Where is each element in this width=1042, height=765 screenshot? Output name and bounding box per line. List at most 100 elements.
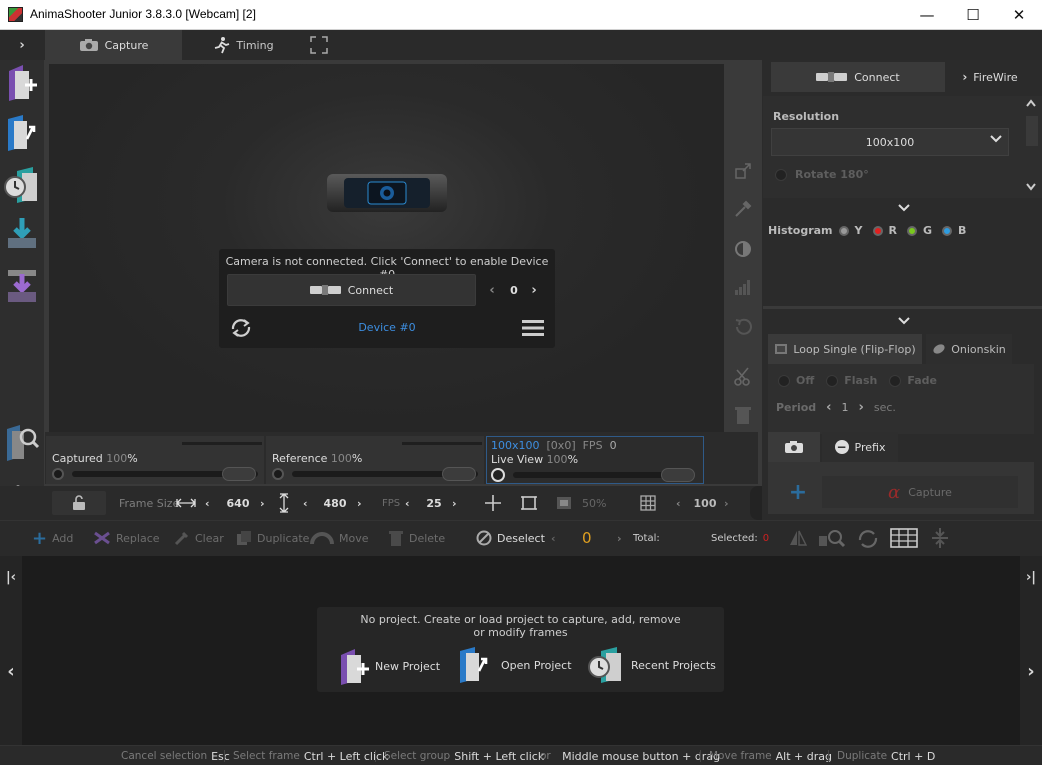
width-decrease-button[interactable]: ‹ bbox=[205, 486, 210, 520]
status-bar: Cancel selection Esc Select frame Ctrl + L… bbox=[0, 745, 1042, 765]
project-search-button[interactable] bbox=[2, 420, 42, 464]
flip-button[interactable] bbox=[788, 520, 808, 556]
grid-button[interactable] bbox=[640, 486, 656, 520]
height-decrease-button[interactable]: ‹ bbox=[303, 486, 308, 520]
grid-value[interactable]: 100 bbox=[692, 486, 718, 520]
frame-width-value[interactable]: 640 bbox=[224, 486, 252, 520]
zoom-timeline-button[interactable] bbox=[818, 520, 846, 556]
reference-slider-handle[interactable] bbox=[442, 467, 476, 481]
scroll-left-button[interactable]: ‹ bbox=[0, 656, 22, 686]
frame-next-button[interactable]: › bbox=[617, 520, 622, 556]
frame-height-value[interactable]: 480 bbox=[321, 486, 349, 520]
levels-tool-button[interactable] bbox=[730, 274, 756, 300]
cut-tool-button[interactable] bbox=[730, 364, 756, 390]
recent-projects-link[interactable]: Recent Projects bbox=[587, 645, 716, 685]
settings-scrollbar[interactable] bbox=[1026, 116, 1038, 146]
deselect-button[interactable]: Deselect bbox=[476, 520, 545, 556]
frame-guide-button[interactable] bbox=[520, 486, 538, 520]
channel-y-toggle[interactable] bbox=[838, 225, 849, 236]
resize-tool-button[interactable] bbox=[730, 158, 756, 184]
period-decrease-button[interactable]: ‹ bbox=[826, 400, 831, 415]
reference-slider-toggle[interactable] bbox=[272, 468, 284, 480]
storyboard-grid-button[interactable] bbox=[890, 520, 918, 556]
firewire-button[interactable]: › FireWire bbox=[950, 62, 1030, 92]
tab-camera-capture[interactable] bbox=[768, 432, 820, 462]
fps-increase-button[interactable]: › bbox=[452, 486, 457, 520]
recent-projects-button[interactable] bbox=[2, 162, 42, 206]
tab-prefix[interactable]: − Prefix bbox=[822, 432, 898, 462]
device-prev-button[interactable]: ‹ bbox=[484, 280, 500, 300]
histogram-row: Histogram Y R G B bbox=[768, 224, 966, 237]
channel-r-toggle[interactable] bbox=[872, 225, 883, 236]
width-increase-button[interactable]: › bbox=[260, 486, 265, 520]
new-project-button[interactable] bbox=[2, 60, 42, 104]
scroll-right-button[interactable]: › bbox=[1020, 656, 1042, 686]
resolution-select[interactable]: 100x100 bbox=[771, 128, 1009, 156]
frame-prev-button[interactable]: ‹ bbox=[551, 520, 556, 556]
replace-frame-button[interactable]: Replace bbox=[93, 520, 160, 556]
zoom-mode-button[interactable] bbox=[556, 486, 572, 520]
tab-timing[interactable]: Timing bbox=[184, 30, 302, 60]
clear-frame-button[interactable]: Clear bbox=[174, 520, 224, 556]
collapse-histogram-button[interactable] bbox=[896, 314, 912, 328]
tab-loop-single[interactable]: Loop Single (Flip-Flop) bbox=[768, 334, 922, 364]
maximize-button[interactable]: ☐ bbox=[950, 0, 996, 30]
rotate-checkbox[interactable] bbox=[775, 168, 787, 181]
plus-icon: + bbox=[32, 527, 48, 549]
fps-value[interactable]: 25 bbox=[424, 486, 444, 520]
grid-increase-button[interactable]: › bbox=[724, 486, 729, 520]
period-increase-button[interactable]: › bbox=[859, 400, 864, 415]
last-frame-button[interactable]: ›| bbox=[1020, 566, 1042, 588]
loop-off-radio[interactable] bbox=[778, 374, 790, 387]
rotate-option[interactable]: Rotate 180° bbox=[775, 168, 869, 181]
import-frames-button[interactable] bbox=[2, 212, 42, 256]
loop-fade-radio[interactable] bbox=[889, 374, 902, 387]
captured-slider-toggle[interactable] bbox=[52, 468, 64, 480]
collapse-settings-button[interactable] bbox=[896, 202, 912, 214]
rotate-tool-button[interactable] bbox=[730, 314, 756, 340]
device-menu-button[interactable] bbox=[519, 317, 547, 339]
loop-flash-radio[interactable] bbox=[826, 374, 839, 387]
grid-decrease-button[interactable]: ‹ bbox=[676, 486, 681, 520]
period-value[interactable]: 1 bbox=[842, 401, 849, 414]
fps-decrease-button[interactable]: ‹ bbox=[405, 486, 410, 520]
collapse-frames-button[interactable] bbox=[930, 520, 950, 556]
live-view-label: Live View 100% bbox=[491, 453, 579, 466]
capture-button[interactable]: α Capture bbox=[822, 476, 1018, 508]
reverse-button[interactable] bbox=[856, 520, 880, 556]
eyedropper-tool-button[interactable] bbox=[730, 196, 756, 222]
device-next-button[interactable]: › bbox=[526, 280, 542, 300]
right-connect-button[interactable]: Connect bbox=[771, 62, 945, 92]
captured-slider-handle[interactable] bbox=[222, 467, 256, 481]
first-frame-button[interactable]: |‹ bbox=[0, 566, 22, 588]
panel-divider bbox=[763, 306, 1042, 309]
live-view-slider-toggle[interactable] bbox=[491, 468, 505, 482]
fullscreen-view-button[interactable] bbox=[307, 34, 331, 56]
open-project-button[interactable] bbox=[2, 110, 42, 154]
open-project-link[interactable]: Open Project bbox=[457, 645, 572, 685]
connect-button[interactable]: Connect bbox=[227, 274, 476, 306]
channel-b-toggle[interactable] bbox=[942, 225, 953, 236]
trash-tool-button[interactable] bbox=[730, 402, 756, 428]
height-increase-button[interactable]: › bbox=[357, 486, 362, 520]
add-frame-button[interactable]: + Add bbox=[32, 520, 73, 556]
tab-capture[interactable]: Capture bbox=[45, 30, 182, 60]
expand-sidebar-button[interactable]: › bbox=[10, 30, 34, 60]
channel-g-toggle[interactable] bbox=[906, 225, 917, 236]
delete-frame-button[interactable]: Delete bbox=[388, 520, 445, 556]
live-view-slider-handle[interactable] bbox=[661, 468, 695, 482]
close-button[interactable]: ✕ bbox=[996, 0, 1042, 30]
crosshair-button[interactable] bbox=[484, 486, 502, 520]
tab-onionskin[interactable]: Onionskin bbox=[926, 334, 1012, 364]
channel-y-label: Y bbox=[854, 224, 863, 237]
new-project-link[interactable]: New Project bbox=[337, 647, 440, 685]
duplicate-frame-button[interactable]: Duplicate bbox=[236, 520, 309, 556]
import-sequence-button[interactable] bbox=[2, 264, 42, 308]
contrast-tool-button[interactable] bbox=[730, 236, 756, 262]
scroll-down-icon[interactable] bbox=[1025, 182, 1037, 195]
scroll-up-icon[interactable] bbox=[1025, 98, 1037, 111]
add-capture-button[interactable]: + bbox=[786, 480, 810, 505]
minimize-button[interactable]: — bbox=[904, 0, 950, 30]
lock-aspect-button[interactable] bbox=[52, 491, 106, 515]
move-frame-button[interactable]: Move bbox=[310, 520, 369, 556]
